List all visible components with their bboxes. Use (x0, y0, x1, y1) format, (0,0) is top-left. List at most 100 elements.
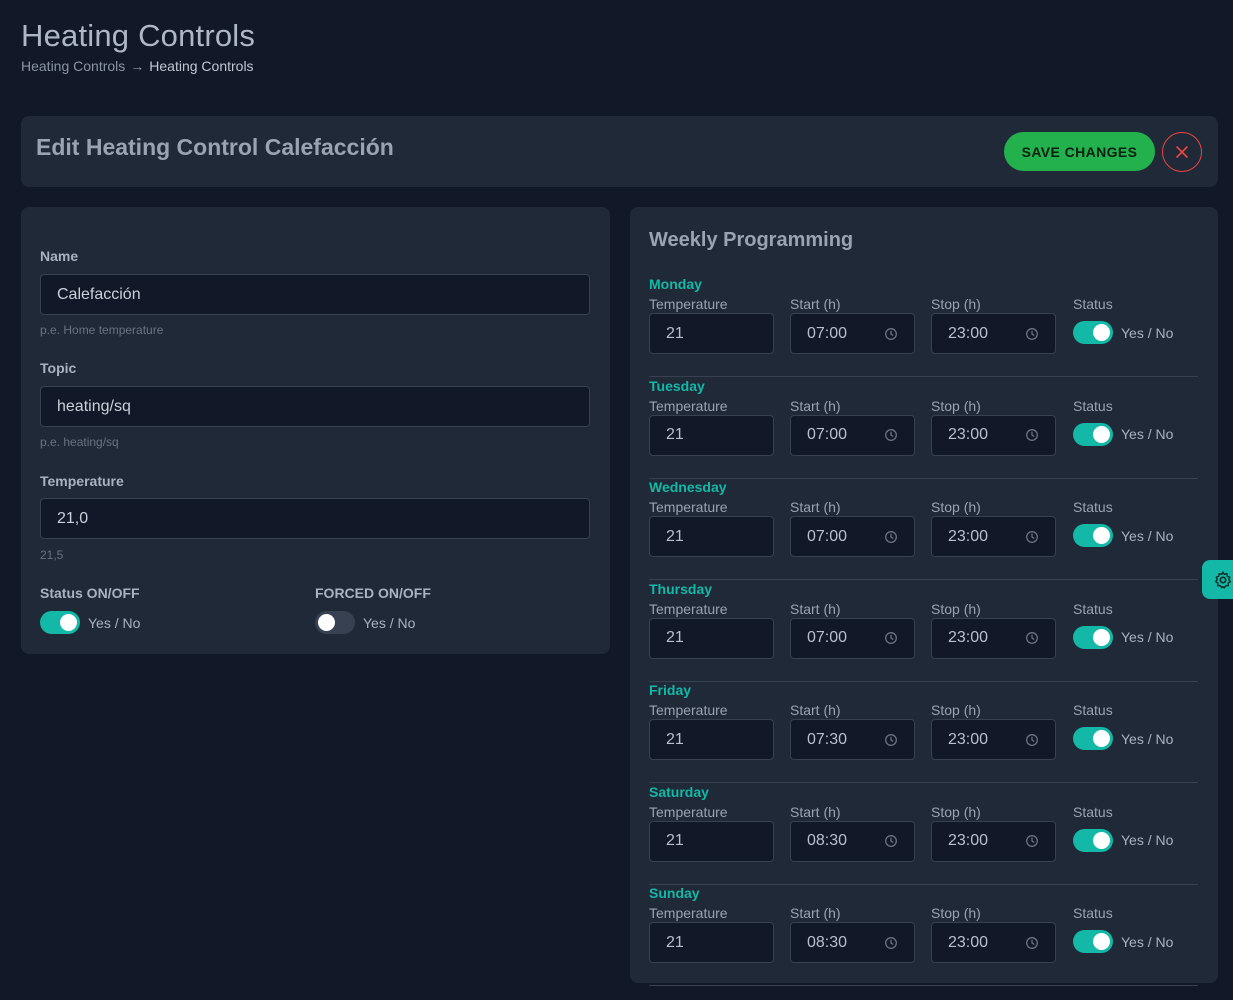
name-label: Name (40, 248, 79, 264)
toggle-knob (1093, 425, 1110, 443)
start-column-label: Start (h) (790, 803, 841, 820)
day-stop-value: 23:00 (948, 426, 989, 443)
edit-bar: Edit Heating Control Calefacción SAVE CH… (21, 116, 1218, 187)
forced-toggle-row: Yes / No (315, 611, 415, 634)
topic-input[interactable] (40, 386, 590, 427)
day-temperature-value: 21 (666, 527, 684, 545)
toggle-knob (1093, 831, 1110, 849)
day-start-time-input[interactable]: 07:00 (790, 313, 915, 354)
day-temperature-value: 21 (666, 629, 684, 646)
start-column-label: Start (h) (790, 499, 841, 515)
settings-tab[interactable] (1202, 560, 1233, 599)
toggle-knob (318, 614, 335, 631)
day-status-text: Yes / No (1121, 629, 1174, 645)
day-status-row: Yes / No (1073, 930, 1173, 953)
day-stop-value: 23:00 (948, 933, 989, 951)
stop-column-label: Stop (h) (931, 702, 981, 718)
clock-icon (1026, 936, 1038, 949)
status-column-label: Status (1073, 296, 1113, 312)
day-start-time-input[interactable]: 07:00 (790, 516, 915, 557)
clock-icon (1026, 429, 1038, 441)
day-stop-time-input[interactable]: 23:00 (931, 617, 1056, 659)
day-status-toggle[interactable] (1073, 625, 1113, 649)
weekly-programming-card: Weekly Programming Monday Temperature Star… (630, 207, 1218, 986)
day-name: Tuesday (649, 377, 705, 394)
day-start-time-input[interactable]: 08:30 (790, 820, 915, 862)
breadcrumb: Heating Controls → Heating Controls (21, 58, 255, 74)
status-column-label: Status (1073, 702, 1113, 718)
day-start-time-input[interactable]: 07:00 (790, 414, 915, 456)
close-button[interactable] (1162, 132, 1202, 172)
status-toggle-row: Yes / No (40, 611, 140, 634)
day-row-thursday: Thursday Temperature Start (h) Stop (h) Stat… (649, 581, 1198, 682)
status-column-label: Status (1073, 397, 1113, 414)
day-temperature-input[interactable]: 21 (649, 820, 774, 862)
day-start-time-input[interactable]: 07:30 (790, 719, 915, 760)
day-stop-time-input[interactable]: 23:00 (931, 414, 1056, 456)
day-status-toggle[interactable] (1073, 524, 1113, 547)
day-start-value: 07:30 (807, 730, 848, 748)
day-temperature-input[interactable]: 21 (649, 922, 774, 963)
day-temperature-input[interactable]: 21 (649, 313, 774, 354)
day-status-text: Yes / No (1121, 426, 1174, 442)
day-stop-value: 23:00 (948, 629, 989, 646)
day-stop-time-input[interactable]: 23:00 (931, 922, 1056, 963)
day-name: Monday (649, 276, 702, 292)
day-stop-time-input[interactable]: 23:00 (931, 719, 1056, 760)
stop-column-label: Stop (h) (931, 600, 981, 617)
topic-label: Topic (40, 360, 77, 376)
day-temperature-input[interactable]: 21 (649, 414, 774, 456)
day-temperature-input[interactable]: 21 (649, 516, 774, 557)
day-temperature-value: 21 (666, 730, 684, 748)
save-changes-button[interactable]: SAVE CHANGES (1004, 132, 1155, 171)
toggle-knob (60, 614, 77, 631)
day-status-row: Yes / No (1073, 828, 1173, 852)
day-stop-time-input[interactable]: 23:00 (931, 516, 1056, 557)
status-label: Status ON/OFF (40, 585, 140, 601)
day-stop-time-input[interactable]: 23:00 (931, 820, 1056, 862)
clock-icon (885, 835, 897, 847)
topic-hint: p.e. heating/sq (40, 435, 119, 449)
status-toggle[interactable] (40, 611, 80, 634)
day-start-time-input[interactable]: 07:00 (790, 617, 915, 659)
day-name: Thursday (649, 580, 713, 597)
day-stop-value: 23:00 (948, 832, 989, 849)
day-row-wednesday: Wednesday Temperature Start (h) Stop (h) Sta… (649, 479, 1198, 580)
day-temperature-value: 21 (666, 832, 684, 849)
day-start-value: 08:30 (807, 933, 848, 951)
forced-toggle[interactable] (315, 611, 355, 634)
start-column-label: Start (h) (790, 702, 841, 718)
clock-icon (1026, 530, 1038, 543)
stop-column-label: Stop (h) (931, 803, 981, 820)
day-status-toggle[interactable] (1073, 930, 1113, 953)
day-temperature-input[interactable]: 21 (649, 719, 774, 760)
day-status-toggle[interactable] (1073, 422, 1113, 446)
day-status-text: Yes / No (1121, 933, 1174, 950)
day-status-row: Yes / No (1073, 524, 1173, 547)
status-column-label: Status (1073, 600, 1113, 617)
start-column-label: Start (h) (790, 397, 841, 414)
toggle-knob (1093, 730, 1110, 747)
day-status-toggle[interactable] (1073, 828, 1113, 852)
general-settings-card: Name p.e. Home temperature Topic p.e. he… (21, 207, 610, 654)
day-name: Sunday (649, 885, 700, 901)
day-row-sunday: Sunday Temperature Start (h) Stop (h) Status… (649, 885, 1198, 986)
start-column-label: Start (h) (790, 600, 841, 617)
day-start-time-input[interactable]: 08:30 (790, 922, 915, 963)
day-stop-time-input[interactable]: 23:00 (931, 313, 1056, 354)
temperature-hint: 21,5 (40, 548, 64, 562)
name-input[interactable] (40, 274, 590, 315)
clock-icon (885, 327, 897, 340)
day-status-toggle[interactable] (1073, 727, 1113, 750)
clock-icon (1026, 835, 1038, 847)
breadcrumb-parent[interactable]: Heating Controls (21, 58, 125, 74)
status-column-label: Status (1073, 803, 1113, 820)
status-column-label: Status (1073, 905, 1113, 921)
day-status-toggle[interactable] (1073, 321, 1113, 344)
day-start-value: 08:30 (807, 832, 848, 849)
weekly-programming-title: Weekly Programming (649, 229, 854, 251)
temperature-input[interactable] (40, 498, 590, 539)
day-temperature-input[interactable]: 21 (649, 617, 774, 659)
day-stop-value: 23:00 (948, 730, 989, 748)
day-name: Wednesday (649, 479, 727, 495)
